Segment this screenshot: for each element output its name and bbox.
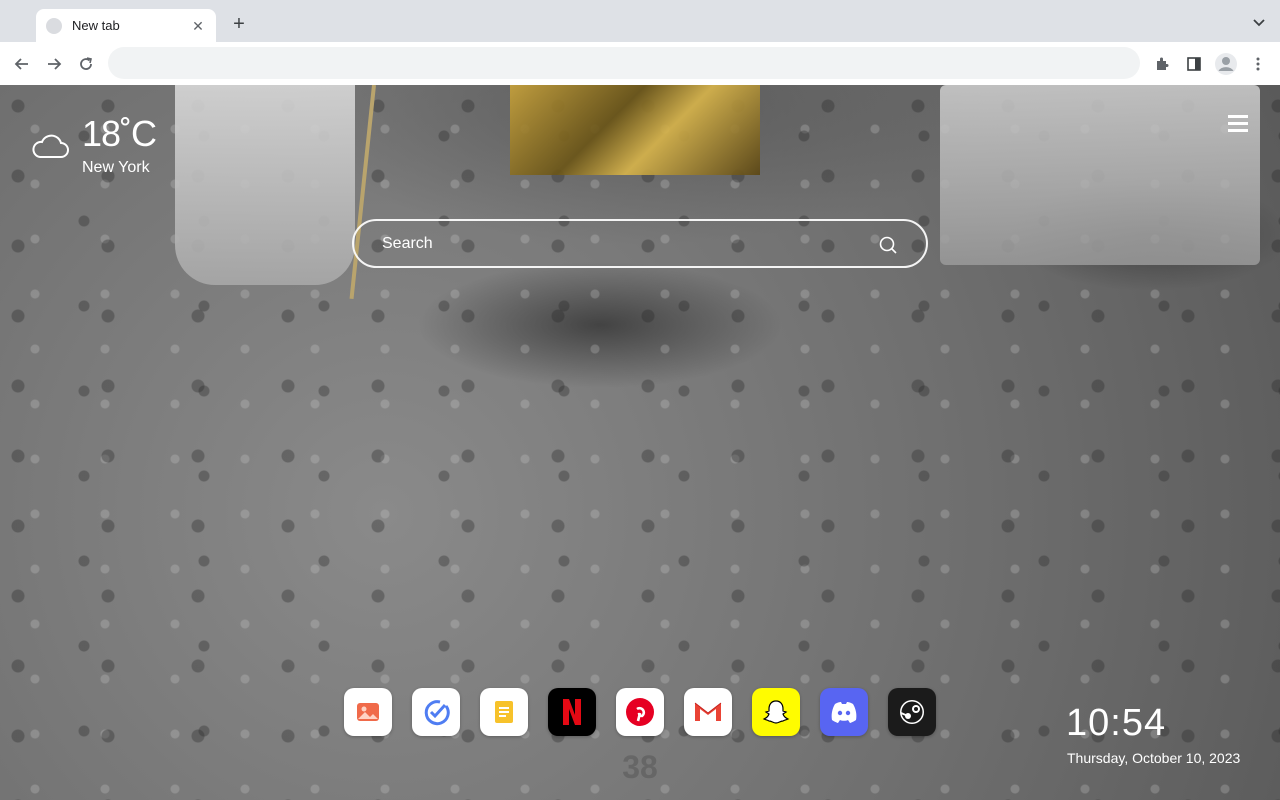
tab-favicon-icon: [46, 17, 62, 34]
new-tab-button[interactable]: +: [228, 13, 250, 35]
app-netflix-icon[interactable]: [548, 688, 596, 736]
app-discord-icon[interactable]: [820, 688, 868, 736]
weather-city: New York: [82, 159, 150, 176]
app-photos-icon[interactable]: [344, 688, 392, 736]
weather-widget[interactable]: 18˚C New York: [30, 113, 170, 183]
back-icon[interactable]: [10, 52, 34, 76]
app-dock: [344, 688, 944, 736]
new-tab-page: 18˚C New York Search 38 10:54 Thursday, …: [0, 85, 1280, 800]
browser-toolbar: [0, 42, 1280, 85]
search-input[interactable]: [382, 233, 852, 255]
forward-icon[interactable]: [42, 52, 66, 76]
tab-new-tab[interactable]: New tab ✕: [36, 9, 216, 42]
reload-icon[interactable]: [74, 52, 98, 76]
profile-avatar-icon[interactable]: [1214, 52, 1238, 76]
hamburger-menu-icon[interactable]: [1228, 115, 1248, 133]
app-notes-icon[interactable]: [480, 688, 528, 736]
app-snapchat-icon[interactable]: [752, 688, 800, 736]
tab-search-chevron-icon[interactable]: [1250, 13, 1268, 31]
tab-close-icon[interactable]: ✕: [190, 18, 206, 34]
temperature: 18˚C: [82, 113, 157, 154]
tab-strip: New tab ✕ +: [0, 0, 1280, 42]
app-checklist-icon[interactable]: [412, 688, 460, 736]
clock-time: 10:54: [1066, 702, 1167, 744]
clock-date: Thursday, October 10, 2023: [1067, 750, 1241, 766]
tab-title: New tab: [72, 18, 120, 33]
app-steam-icon[interactable]: [888, 688, 936, 736]
background-astronaut: [175, 85, 355, 285]
search-box[interactable]: [352, 219, 928, 268]
more-menu-icon[interactable]: [1246, 52, 1270, 76]
app-gmail-icon[interactable]: [684, 688, 732, 736]
background-lunar-lander: [510, 85, 760, 175]
app-pinterest-icon[interactable]: [616, 688, 664, 736]
page-number: 38: [622, 749, 658, 785]
extensions-icon[interactable]: [1150, 52, 1174, 76]
background-lunar-rover: [940, 85, 1260, 265]
address-bar[interactable]: [108, 47, 1140, 79]
side-panel-icon[interactable]: [1182, 52, 1206, 76]
cloud-icon: [32, 134, 69, 158]
search-icon[interactable]: [878, 235, 898, 255]
